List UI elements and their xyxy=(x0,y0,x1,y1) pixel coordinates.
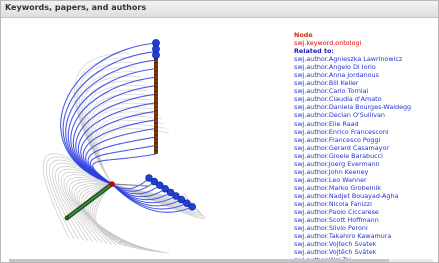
related-item[interactable]: swj.author.Francesco Poggi xyxy=(294,136,435,144)
panel-titlebar: Keywords, papers, and authors xyxy=(1,1,438,18)
brown-column xyxy=(154,43,158,154)
related-heading: Related to: xyxy=(294,47,334,56)
selected-node[interactable] xyxy=(109,181,115,187)
gray-arc-layer xyxy=(42,52,206,254)
related-item[interactable]: swj.author.Silvio Peroni xyxy=(294,224,435,232)
related-item[interactable]: swj.author.Enrico Francesconi xyxy=(294,128,435,136)
scrollbar-thumb[interactable] xyxy=(9,259,389,262)
related-item[interactable]: swj.author.Declan O'Sullivan xyxy=(294,111,435,119)
related-item[interactable]: swj.author.Nicola Fanizzi xyxy=(294,200,435,208)
related-item[interactable]: swj.author.Vojtěch Svátek xyxy=(294,248,435,256)
related-item[interactable]: swj.author.Takahiro Kawamura xyxy=(294,232,435,240)
related-item[interactable]: swj.author.Scott Hoffmann xyxy=(294,216,435,224)
related-item[interactable]: swj.author.Angelo Di Iorio xyxy=(294,63,435,71)
related-item[interactable]: swj.author.Paolo Ciccarese xyxy=(294,208,435,216)
related-item[interactable]: swj.author.Anna Jordanous xyxy=(294,71,435,79)
node-heading: Node xyxy=(294,31,313,39)
related-item[interactable]: swj.author.Daniela Bourges-Waldegg xyxy=(294,103,435,111)
graph-panel-window: Keywords, papers, and authors Node swj.k… xyxy=(0,0,439,263)
graph-node[interactable] xyxy=(152,51,160,59)
related-item[interactable]: swj.author.Bill Keller xyxy=(294,79,435,87)
related-item[interactable]: swj.author.Agnieszka Lawrinowicz xyxy=(294,55,435,63)
related-item[interactable]: swj.author.Joerg Evermann xyxy=(294,160,435,168)
related-item[interactable]: swj.author.Vojtech Svatek xyxy=(294,240,435,248)
selected-node-name[interactable]: swj.keyword.ontologi xyxy=(294,39,435,47)
related-list: swj.author.Agnieszka Lawrinowicz swj.auth… xyxy=(294,55,435,262)
related-item[interactable]: swj.author.Carlo Torniai xyxy=(294,87,435,95)
panel-title: Keywords, papers, and authors xyxy=(5,3,147,12)
horizontal-scrollbar[interactable] xyxy=(9,259,433,262)
node-info-panel: Node swj.keyword.ontologi Related to: sw… xyxy=(294,31,435,262)
related-item[interactable]: swj.author.Elie Raad xyxy=(294,120,435,128)
related-item[interactable]: swj.author.Marko Grobelnik xyxy=(294,184,435,192)
related-item[interactable]: swj.author.John Keeney xyxy=(294,168,435,176)
related-item[interactable]: swj.author.Leo Wanner xyxy=(294,176,435,184)
gray-edge xyxy=(98,128,170,185)
blue-arc-layer xyxy=(60,42,193,213)
related-item[interactable]: swj.author.Claudia d'Amato xyxy=(294,95,435,103)
related-item[interactable]: swj.author.Nadjet Bouayad-Agha xyxy=(294,192,435,200)
related-item[interactable]: swj.author.Gioele Barabucci xyxy=(294,152,435,160)
related-item[interactable]: swj.author.Gerard Casamayor xyxy=(294,144,435,152)
graph-node[interactable] xyxy=(64,215,70,221)
graph-node[interactable] xyxy=(188,203,196,211)
